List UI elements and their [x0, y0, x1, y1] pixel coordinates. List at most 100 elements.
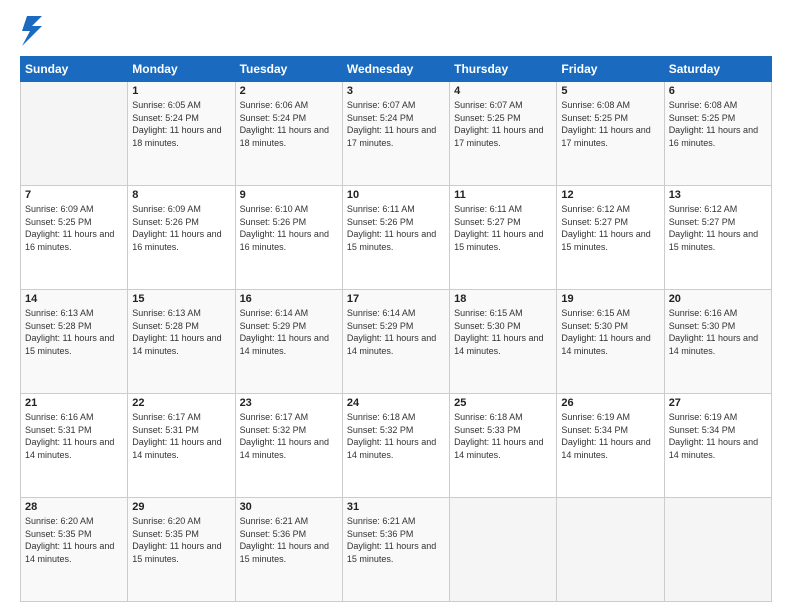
day-header-monday: Monday	[128, 57, 235, 82]
calendar-cell: 1 Sunrise: 6:05 AMSunset: 5:24 PMDaylight…	[128, 82, 235, 186]
calendar-cell: 27 Sunrise: 6:19 AMSunset: 5:34 PMDayligh…	[664, 394, 771, 498]
calendar-cell: 21 Sunrise: 6:16 AMSunset: 5:31 PMDayligh…	[21, 394, 128, 498]
calendar-cell: 19 Sunrise: 6:15 AMSunset: 5:30 PMDayligh…	[557, 290, 664, 394]
day-number: 22	[132, 397, 230, 409]
calendar-week-2: 14 Sunrise: 6:13 AMSunset: 5:28 PMDayligh…	[21, 290, 772, 394]
calendar-cell: 8 Sunrise: 6:09 AMSunset: 5:26 PMDaylight…	[128, 186, 235, 290]
day-info: Sunrise: 6:17 AMSunset: 5:32 PMDaylight:…	[240, 411, 338, 461]
day-header-thursday: Thursday	[450, 57, 557, 82]
day-number: 2	[240, 85, 338, 97]
day-info: Sunrise: 6:18 AMSunset: 5:32 PMDaylight:…	[347, 411, 445, 461]
day-info: Sunrise: 6:08 AMSunset: 5:25 PMDaylight:…	[669, 99, 767, 149]
day-info: Sunrise: 6:07 AMSunset: 5:25 PMDaylight:…	[454, 99, 552, 149]
day-number: 3	[347, 85, 445, 97]
day-info: Sunrise: 6:14 AMSunset: 5:29 PMDaylight:…	[347, 307, 445, 357]
day-number: 20	[669, 293, 767, 305]
day-number: 17	[347, 293, 445, 305]
day-info: Sunrise: 6:11 AMSunset: 5:26 PMDaylight:…	[347, 203, 445, 253]
day-number: 18	[454, 293, 552, 305]
day-number: 12	[561, 189, 659, 201]
day-info: Sunrise: 6:14 AMSunset: 5:29 PMDaylight:…	[240, 307, 338, 357]
day-number: 24	[347, 397, 445, 409]
day-info: Sunrise: 6:12 AMSunset: 5:27 PMDaylight:…	[669, 203, 767, 253]
day-info: Sunrise: 6:15 AMSunset: 5:30 PMDaylight:…	[454, 307, 552, 357]
day-info: Sunrise: 6:15 AMSunset: 5:30 PMDaylight:…	[561, 307, 659, 357]
day-info: Sunrise: 6:13 AMSunset: 5:28 PMDaylight:…	[25, 307, 123, 357]
calendar-week-0: 1 Sunrise: 6:05 AMSunset: 5:24 PMDaylight…	[21, 82, 772, 186]
day-number: 30	[240, 501, 338, 513]
header	[20, 16, 772, 46]
day-number: 26	[561, 397, 659, 409]
day-info: Sunrise: 6:16 AMSunset: 5:31 PMDaylight:…	[25, 411, 123, 461]
day-info: Sunrise: 6:21 AMSunset: 5:36 PMDaylight:…	[240, 515, 338, 565]
logo-icon	[22, 16, 42, 46]
calendar-week-4: 28Sunrise: 6:20 AMSunset: 5:35 PMDayligh…	[21, 498, 772, 602]
day-number: 11	[454, 189, 552, 201]
day-info: Sunrise: 6:18 AMSunset: 5:33 PMDaylight:…	[454, 411, 552, 461]
day-info: Sunrise: 6:13 AMSunset: 5:28 PMDaylight:…	[132, 307, 230, 357]
day-info: Sunrise: 6:11 AMSunset: 5:27 PMDaylight:…	[454, 203, 552, 253]
calendar-cell: 29Sunrise: 6:20 AMSunset: 5:35 PMDayligh…	[128, 498, 235, 602]
calendar-cell: 31Sunrise: 6:21 AMSunset: 5:36 PMDayligh…	[342, 498, 449, 602]
calendar-cell	[557, 498, 664, 602]
day-info: Sunrise: 6:19 AMSunset: 5:34 PMDaylight:…	[669, 411, 767, 461]
calendar-cell: 9Sunrise: 6:10 AMSunset: 5:26 PMDaylight…	[235, 186, 342, 290]
calendar-cell: 7 Sunrise: 6:09 AMSunset: 5:25 PMDaylight…	[21, 186, 128, 290]
calendar-cell: 20 Sunrise: 6:16 AMSunset: 5:30 PMDayligh…	[664, 290, 771, 394]
calendar-header-row: SundayMondayTuesdayWednesdayThursdayFrid…	[21, 57, 772, 82]
logo	[20, 16, 42, 46]
day-info: Sunrise: 6:20 AMSunset: 5:35 PMDaylight:…	[25, 515, 123, 565]
calendar-cell: 16Sunrise: 6:14 AMSunset: 5:29 PMDayligh…	[235, 290, 342, 394]
day-number: 23	[240, 397, 338, 409]
day-info: Sunrise: 6:09 AMSunset: 5:25 PMDaylight:…	[25, 203, 123, 253]
day-number: 14	[25, 293, 123, 305]
day-number: 10	[347, 189, 445, 201]
day-info: Sunrise: 6:12 AMSunset: 5:27 PMDaylight:…	[561, 203, 659, 253]
calendar-cell: 25Sunrise: 6:18 AMSunset: 5:33 PMDayligh…	[450, 394, 557, 498]
calendar-cell: 12 Sunrise: 6:12 AMSunset: 5:27 PMDayligh…	[557, 186, 664, 290]
calendar-cell: 11 Sunrise: 6:11 AMSunset: 5:27 PMDayligh…	[450, 186, 557, 290]
day-info: Sunrise: 6:10 AMSunset: 5:26 PMDaylight:…	[240, 203, 338, 253]
day-number: 5	[561, 85, 659, 97]
page: SundayMondayTuesdayWednesdayThursdayFrid…	[0, 0, 792, 612]
calendar-cell: 10 Sunrise: 6:11 AMSunset: 5:26 PMDayligh…	[342, 186, 449, 290]
calendar-cell: 30 Sunrise: 6:21 AMSunset: 5:36 PMDayligh…	[235, 498, 342, 602]
calendar-cell: 17 Sunrise: 6:14 AMSunset: 5:29 PMDayligh…	[342, 290, 449, 394]
day-info: Sunrise: 6:21 AMSunset: 5:36 PMDaylight:…	[347, 515, 445, 565]
day-info: Sunrise: 6:08 AMSunset: 5:25 PMDaylight:…	[561, 99, 659, 149]
calendar-cell: 14 Sunrise: 6:13 AMSunset: 5:28 PMDayligh…	[21, 290, 128, 394]
day-number: 7	[25, 189, 123, 201]
day-number: 29	[132, 501, 230, 513]
calendar-cell: 15 Sunrise: 6:13 AMSunset: 5:28 PMDayligh…	[128, 290, 235, 394]
day-number: 8	[132, 189, 230, 201]
day-header-sunday: Sunday	[21, 57, 128, 82]
day-number: 13	[669, 189, 767, 201]
day-header-friday: Friday	[557, 57, 664, 82]
day-number: 1	[132, 85, 230, 97]
calendar-cell: 5 Sunrise: 6:08 AMSunset: 5:25 PMDaylight…	[557, 82, 664, 186]
day-number: 21	[25, 397, 123, 409]
day-info: Sunrise: 6:17 AMSunset: 5:31 PMDaylight:…	[132, 411, 230, 461]
day-info: Sunrise: 6:05 AMSunset: 5:24 PMDaylight:…	[132, 99, 230, 149]
calendar-week-3: 21 Sunrise: 6:16 AMSunset: 5:31 PMDayligh…	[21, 394, 772, 498]
day-number: 15	[132, 293, 230, 305]
calendar-cell: 13 Sunrise: 6:12 AMSunset: 5:27 PMDayligh…	[664, 186, 771, 290]
day-info: Sunrise: 6:19 AMSunset: 5:34 PMDaylight:…	[561, 411, 659, 461]
day-info: Sunrise: 6:16 AMSunset: 5:30 PMDaylight:…	[669, 307, 767, 357]
day-info: Sunrise: 6:09 AMSunset: 5:26 PMDaylight:…	[132, 203, 230, 253]
calendar-cell: 2 Sunrise: 6:06 AMSunset: 5:24 PMDaylight…	[235, 82, 342, 186]
calendar-cell: 23 Sunrise: 6:17 AMSunset: 5:32 PMDayligh…	[235, 394, 342, 498]
calendar-cell	[21, 82, 128, 186]
day-number: 27	[669, 397, 767, 409]
calendar-cell	[450, 498, 557, 602]
calendar-cell: 28Sunrise: 6:20 AMSunset: 5:35 PMDayligh…	[21, 498, 128, 602]
day-number: 19	[561, 293, 659, 305]
calendar-cell: 22 Sunrise: 6:17 AMSunset: 5:31 PMDayligh…	[128, 394, 235, 498]
day-number: 6	[669, 85, 767, 97]
day-info: Sunrise: 6:06 AMSunset: 5:24 PMDaylight:…	[240, 99, 338, 149]
calendar-cell	[664, 498, 771, 602]
day-info: Sunrise: 6:07 AMSunset: 5:24 PMDaylight:…	[347, 99, 445, 149]
day-header-saturday: Saturday	[664, 57, 771, 82]
calendar-table: SundayMondayTuesdayWednesdayThursdayFrid…	[20, 56, 772, 602]
calendar-cell: 18 Sunrise: 6:15 AMSunset: 5:30 PMDayligh…	[450, 290, 557, 394]
